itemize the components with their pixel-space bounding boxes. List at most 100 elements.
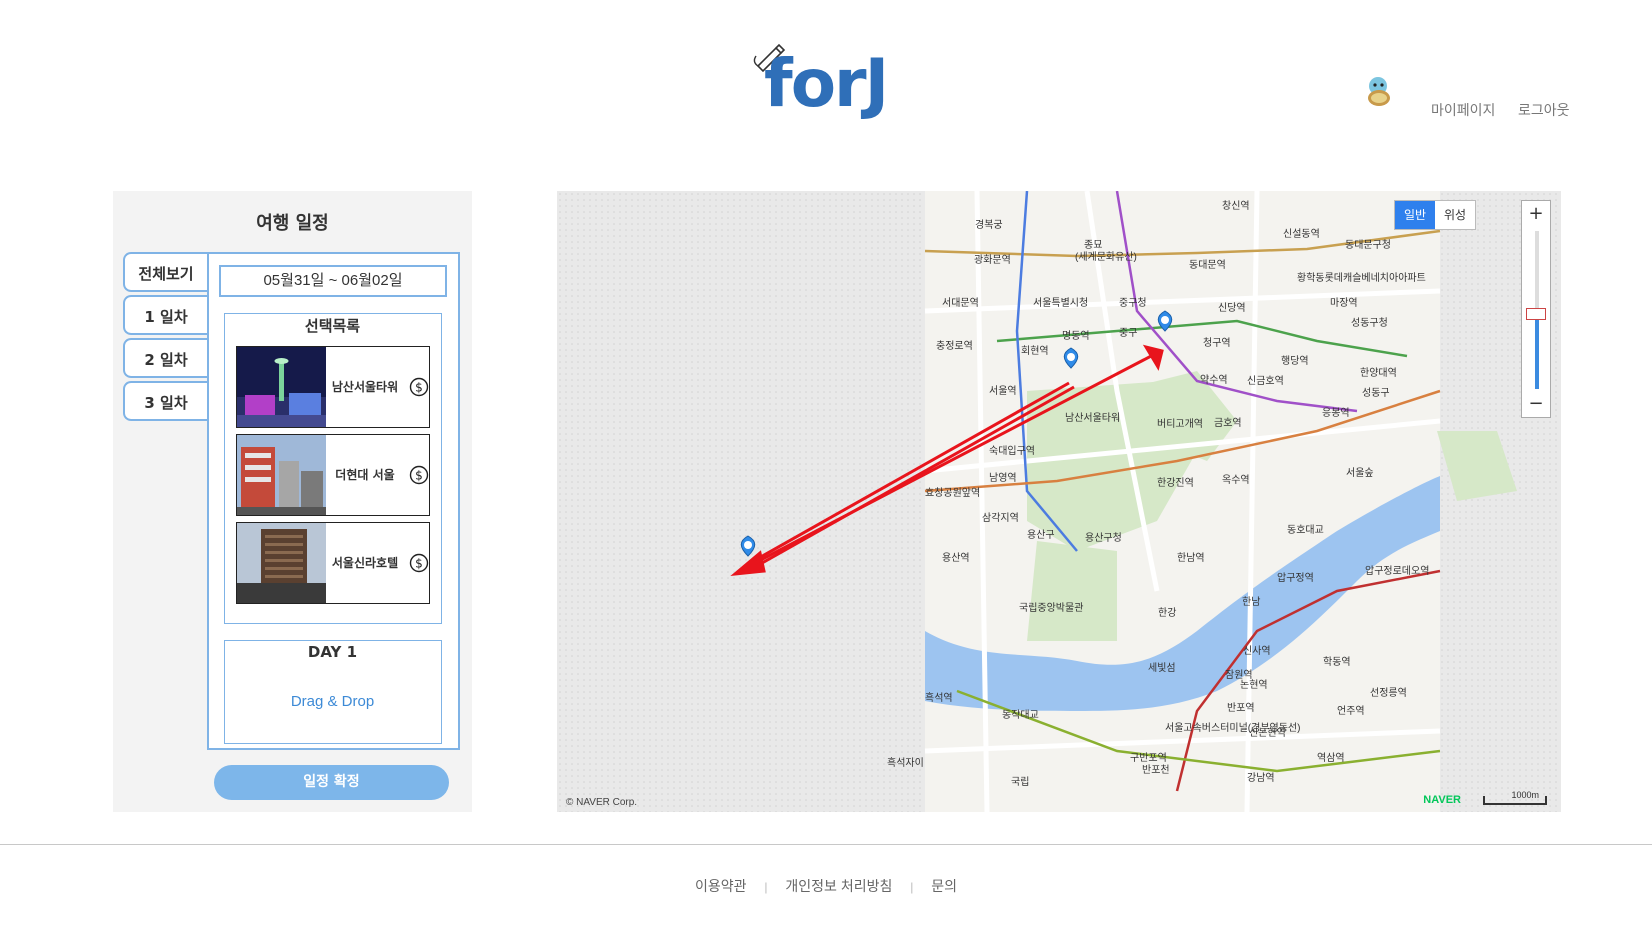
dollar-icon[interactable]: $ [409, 553, 429, 573]
map-place-label: 한강 [1158, 607, 1176, 619]
map-place-label: 논현역 [1240, 679, 1268, 691]
tab-day-1[interactable]: 1 일차 [123, 295, 207, 335]
map-place-label: 명동역 [1062, 330, 1090, 342]
place-photo [237, 435, 326, 515]
map-type-satellite-button[interactable]: 위성 [1435, 201, 1475, 229]
day-drop-zone[interactable]: DAY 1 Drag & Drop [224, 640, 442, 744]
map-scale-bar [1483, 796, 1547, 805]
place-card[interactable]: 더현대 서울 $ [236, 434, 430, 516]
map-place-label: 종묘 [1084, 239, 1102, 251]
contact-link[interactable]: 문의 [931, 878, 957, 894]
map-place-label: 한남 [1242, 596, 1260, 608]
map-place-label: 한강진역 [1157, 477, 1194, 489]
map-place-label: 한양대역 [1360, 367, 1397, 379]
dollar-icon[interactable]: $ [409, 465, 429, 485]
forj-logo[interactable]: forJ [752, 42, 922, 122]
tab-all[interactable]: 전체보기 [123, 252, 207, 292]
drag-drop-hint: Drag & Drop [290, 693, 375, 710]
place-photo [237, 523, 326, 603]
map-place-label: 행당역 [1281, 355, 1309, 367]
map-place-label: 역삼역 [1317, 752, 1345, 764]
map-place-label: 동대문역 [1189, 259, 1226, 271]
map-place-label: 경복궁 [975, 218, 1003, 231]
schedule-title: 여행 일정 [256, 213, 329, 234]
map-place-label: 숙대입구역 [989, 444, 1035, 457]
map-place-label: 국립 [1011, 775, 1029, 788]
map-place-label: 동대문구청 [1345, 239, 1391, 251]
svg-text:$: $ [415, 469, 423, 483]
map-view[interactable]: 경복궁종묘 (세계문화유산) 동대문역 신설동역동대문구청 창신역광화문역서대문역 서울특… [557, 191, 1561, 812]
map-type-toggle: 일반 위성 [1394, 200, 1476, 230]
confirm-schedule-button[interactable]: 일정 확정 [214, 765, 449, 800]
map-canvas[interactable]: 경복궁종묘(세계문화유산) 동대문역 신설동역동대문구청 창신역광화문역서대문역 서울특… [557, 191, 1561, 812]
map-place-label: 신설동역 [1283, 228, 1320, 240]
map-place-label: 신금호역 [1247, 375, 1284, 387]
avatar[interactable] [1362, 74, 1396, 108]
map-place-label: 성동구청 [1351, 317, 1388, 329]
naver-logo: NAVER [1423, 794, 1461, 806]
place-name: 더현대 서울 [335, 467, 395, 482]
logout-link[interactable]: 로그아웃 [1518, 100, 1570, 120]
zoom-level-fill [1535, 314, 1539, 389]
map-place-label: 남영역 [989, 472, 1017, 484]
svg-text:$: $ [415, 557, 423, 571]
map-type-normal-button[interactable]: 일반 [1395, 201, 1435, 229]
place-card[interactable]: 남산서울타워 $ [236, 346, 430, 428]
place-photo [237, 347, 326, 427]
map-place-label: 신논현역 [1249, 727, 1286, 739]
place-card[interactable]: 서울신라호텔 $ [236, 522, 430, 604]
footer-separator: | [764, 880, 768, 894]
map-place-label: 중구 [1119, 327, 1137, 339]
map-place-label: 용산구 [1027, 529, 1055, 541]
terms-link[interactable]: 이용약관 [695, 878, 747, 894]
map-place-label: 반포역 [1227, 702, 1255, 714]
map-place-label: (세계문화유산) [1075, 251, 1137, 263]
map-place-label: 선정릉역 [1370, 687, 1407, 699]
zoom-out-button[interactable]: − [1522, 393, 1550, 415]
map-place-label: 신당역 [1218, 302, 1246, 314]
map-place-label: 용산역 [942, 552, 970, 564]
map-place-label: 금호역 [1214, 417, 1242, 429]
map-place-label: 흑석역 [925, 691, 953, 704]
map-place-label: 압구정로데오역 [1365, 564, 1429, 577]
map-place-label: 황학동롯데캐슬베네치아아파트 [1297, 272, 1426, 284]
selection-title: 선택목록 [304, 317, 361, 335]
map-place-label: 응봉역 [1322, 407, 1350, 419]
map-place-label: 광화문역 [974, 254, 1011, 266]
map-place-label: 한남역 [1177, 552, 1205, 564]
map-place-label: 언주역 [1337, 705, 1365, 717]
place-name: 남산서울타워 [331, 379, 399, 394]
dollar-icon[interactable]: $ [409, 377, 429, 397]
zoom-in-button[interactable]: + [1522, 203, 1550, 225]
map-place-label: 신사역 [1243, 645, 1271, 657]
map-place-label: 구반포역 [1130, 752, 1167, 764]
schedule-panel: 여행 일정 전체보기 1 일차 2 일차 3 일차 05월31일 ~ 06월02… [113, 191, 472, 812]
map-place-label: 성동구 [1362, 387, 1390, 399]
map-place-label: 서울특별시청 [1033, 297, 1088, 309]
privacy-link[interactable]: 개인정보 처리방침 [785, 878, 892, 894]
mypage-link[interactable]: 마이페이지 [1431, 100, 1495, 120]
map-place-label: 압구정역 [1277, 571, 1314, 584]
svg-text:$: $ [415, 381, 423, 395]
map-place-label: 옥수역 [1222, 474, 1250, 486]
map-place-label: 서울숲 [1346, 467, 1374, 479]
map-place-label: 창신역 [1222, 200, 1250, 212]
selection-list: 선택목록 남산서울타워 $ 더현대 서울 $ 서울신라호텔 $ [224, 313, 442, 624]
map-place-label: 강남역 [1247, 772, 1275, 784]
map-place-label: 중구청 [1119, 297, 1147, 309]
map-place-label: 청구역 [1203, 337, 1231, 349]
tab-day-2[interactable]: 2 일차 [123, 338, 207, 378]
tab-day-3[interactable]: 3 일차 [123, 381, 207, 421]
map-place-label: 국립중앙박물관 [1019, 601, 1083, 614]
map-place-label: 회현역 [1021, 345, 1049, 357]
footer: 이용약관 | 개인정보 처리방침 | 문의 [0, 876, 1652, 896]
zoom-slider-handle[interactable] [1526, 308, 1546, 320]
map-place-label: 남산서울타워 [1065, 411, 1120, 424]
map-place-label: 마장역 [1330, 297, 1358, 309]
map-place-label: 서대문역 [942, 297, 979, 309]
map-place-label: 반포천 [1142, 764, 1170, 776]
map-place-label: 약수역 [1200, 374, 1228, 386]
map-place-label: 효창공원앞역 [925, 487, 980, 499]
map-place-label: 버티고개역 [1157, 418, 1203, 430]
footer-divider [0, 844, 1652, 845]
